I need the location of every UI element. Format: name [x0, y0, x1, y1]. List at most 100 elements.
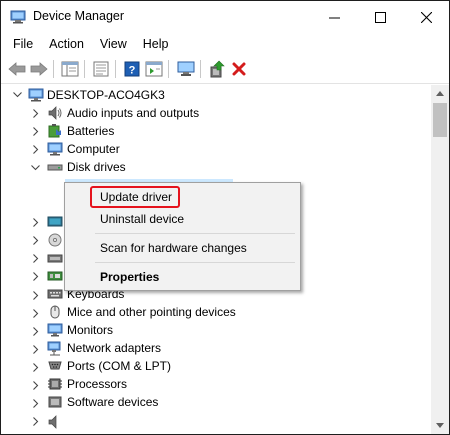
console-tree-icon — [61, 61, 79, 77]
expand-chevron-right-icon[interactable] — [31, 217, 41, 227]
forward-arrow-icon — [30, 62, 48, 76]
computer-root-icon — [28, 88, 44, 102]
processor-icon — [48, 378, 62, 390]
tree-item-software-devices[interactable]: Software devices — [67, 393, 158, 411]
tree-item-disk-drives[interactable]: Disk drives — [67, 158, 126, 176]
tree-item-audio[interactable]: Audio inputs and outputs — [67, 104, 199, 122]
scroll-up-button[interactable] — [431, 85, 449, 102]
expand-chevron-right-icon[interactable] — [31, 398, 41, 408]
show-hide-console-tree-button[interactable] — [60, 59, 80, 79]
software-device-icon — [48, 396, 62, 408]
tree-item-network-adapters[interactable]: Network adapters — [67, 339, 161, 357]
red-x-icon — [232, 62, 246, 76]
menu-file[interactable]: File — [5, 33, 41, 55]
port-icon — [48, 361, 62, 370]
expand-chevron-right-icon[interactable] — [31, 271, 41, 281]
back-button[interactable] — [7, 59, 27, 79]
dvd-drive-icon — [48, 233, 62, 247]
tree-item-computer[interactable]: Computer — [67, 140, 120, 158]
scan-hardware-button[interactable] — [176, 59, 196, 79]
tree-item-ports[interactable]: Ports (COM & LPT) — [67, 357, 171, 375]
context-scan-label: Scan for hardware changes — [100, 241, 247, 255]
expand-chevron-right-icon[interactable] — [31, 308, 41, 318]
context-menu: Update driver Uninstall device Scan for … — [64, 182, 301, 291]
close-icon — [420, 11, 432, 23]
scroll-thumb[interactable] — [433, 103, 447, 137]
mouse-icon — [50, 305, 60, 319]
tree-item-processors[interactable]: Processors — [67, 375, 127, 393]
back-arrow-icon — [8, 62, 26, 76]
ide-controller-icon — [47, 271, 63, 281]
maximize-icon — [374, 11, 386, 23]
action-pane-icon — [145, 61, 163, 77]
expand-chevron-right-icon[interactable] — [31, 253, 41, 263]
properties-sheet-icon — [93, 61, 109, 77]
tree-item-monitors[interactable]: Monitors — [67, 321, 113, 339]
context-properties[interactable]: Properties — [65, 266, 300, 288]
computer-icon — [47, 142, 63, 156]
action-pane-button[interactable] — [144, 59, 164, 79]
window-title: Device Manager — [33, 9, 125, 23]
disk-drive-icon — [47, 164, 63, 171]
help-toolbar-button[interactable]: ? — [122, 59, 142, 79]
tree-item-mice[interactable]: Mice and other pointing devices — [67, 303, 236, 321]
menu-bar: File Action View Help — [1, 33, 449, 55]
minimize-button[interactable] — [311, 1, 357, 33]
expand-chevron-right-icon[interactable] — [31, 380, 41, 390]
tree-root-label[interactable]: DESKTOP-ACO4GK3 — [47, 86, 165, 104]
context-separator — [95, 262, 295, 263]
expand-chevron-right-icon[interactable] — [31, 144, 41, 154]
menu-help[interactable]: Help — [135, 33, 177, 55]
sound-controller-icon — [48, 415, 57, 429]
uninstall-device-toolbar-button[interactable] — [229, 59, 249, 79]
toolbar-divider — [1, 83, 449, 84]
toolbar-separator — [168, 60, 169, 78]
context-uninstall-label: Uninstall device — [100, 212, 185, 226]
expand-chevron-right-icon[interactable] — [31, 235, 41, 245]
expand-chevron-right-icon[interactable] — [31, 126, 41, 136]
maximize-button[interactable] — [357, 1, 403, 33]
toolbar-separator — [53, 60, 54, 78]
scroll-up-arrow-icon — [436, 91, 444, 96]
context-separator — [95, 233, 295, 234]
help-icon: ? — [124, 61, 140, 77]
expand-chevron-right-icon[interactable] — [31, 290, 41, 300]
close-button[interactable] — [403, 1, 449, 33]
collapse-chevron-down-icon[interactable] — [30, 163, 40, 173]
svg-text:?: ? — [129, 65, 136, 77]
expand-chevron-right-icon[interactable] — [31, 416, 41, 426]
vertical-scrollbar[interactable] — [431, 85, 449, 434]
scroll-down-arrow-icon — [436, 423, 444, 428]
forward-button[interactable] — [29, 59, 49, 79]
toolbar-separator — [200, 60, 201, 78]
battery-icon — [48, 124, 61, 138]
network-adapter-icon — [47, 341, 61, 356]
properties-toolbar-button[interactable] — [91, 59, 111, 79]
expand-chevron-right-icon[interactable] — [31, 326, 41, 336]
device-manager-window: Device Manager File Action View Help ? D… — [0, 0, 450, 435]
update-driver-toolbar-button[interactable] — [207, 59, 227, 79]
toolbar-separator — [115, 60, 116, 78]
tree-item-batteries[interactable]: Batteries — [67, 122, 114, 140]
hid-icon — [47, 254, 63, 263]
display-adapter-icon — [47, 216, 63, 227]
expand-chevron-right-icon[interactable] — [31, 108, 41, 118]
expand-chevron-right-icon[interactable] — [31, 344, 41, 354]
menu-action[interactable]: Action — [41, 33, 92, 55]
menu-view[interactable]: View — [92, 33, 135, 55]
context-uninstall-device[interactable]: Uninstall device — [65, 208, 300, 230]
speaker-icon — [48, 106, 62, 120]
expand-chevron-right-icon[interactable] — [31, 362, 41, 372]
monitor-icon — [47, 323, 63, 337]
scroll-down-button[interactable] — [431, 417, 449, 434]
title-bar: Device Manager — [1, 1, 449, 33]
context-properties-label: Properties — [100, 270, 160, 284]
highlight-box — [90, 186, 180, 208]
toolbar-separator — [84, 60, 85, 78]
minimize-icon — [328, 17, 340, 18]
monitor-scan-icon — [177, 61, 195, 76]
expand-chevron-down-icon[interactable] — [12, 90, 22, 100]
toolbar: ? — [1, 56, 449, 82]
keyboard-icon — [47, 289, 63, 299]
context-scan-hardware[interactable]: Scan for hardware changes — [65, 237, 300, 259]
